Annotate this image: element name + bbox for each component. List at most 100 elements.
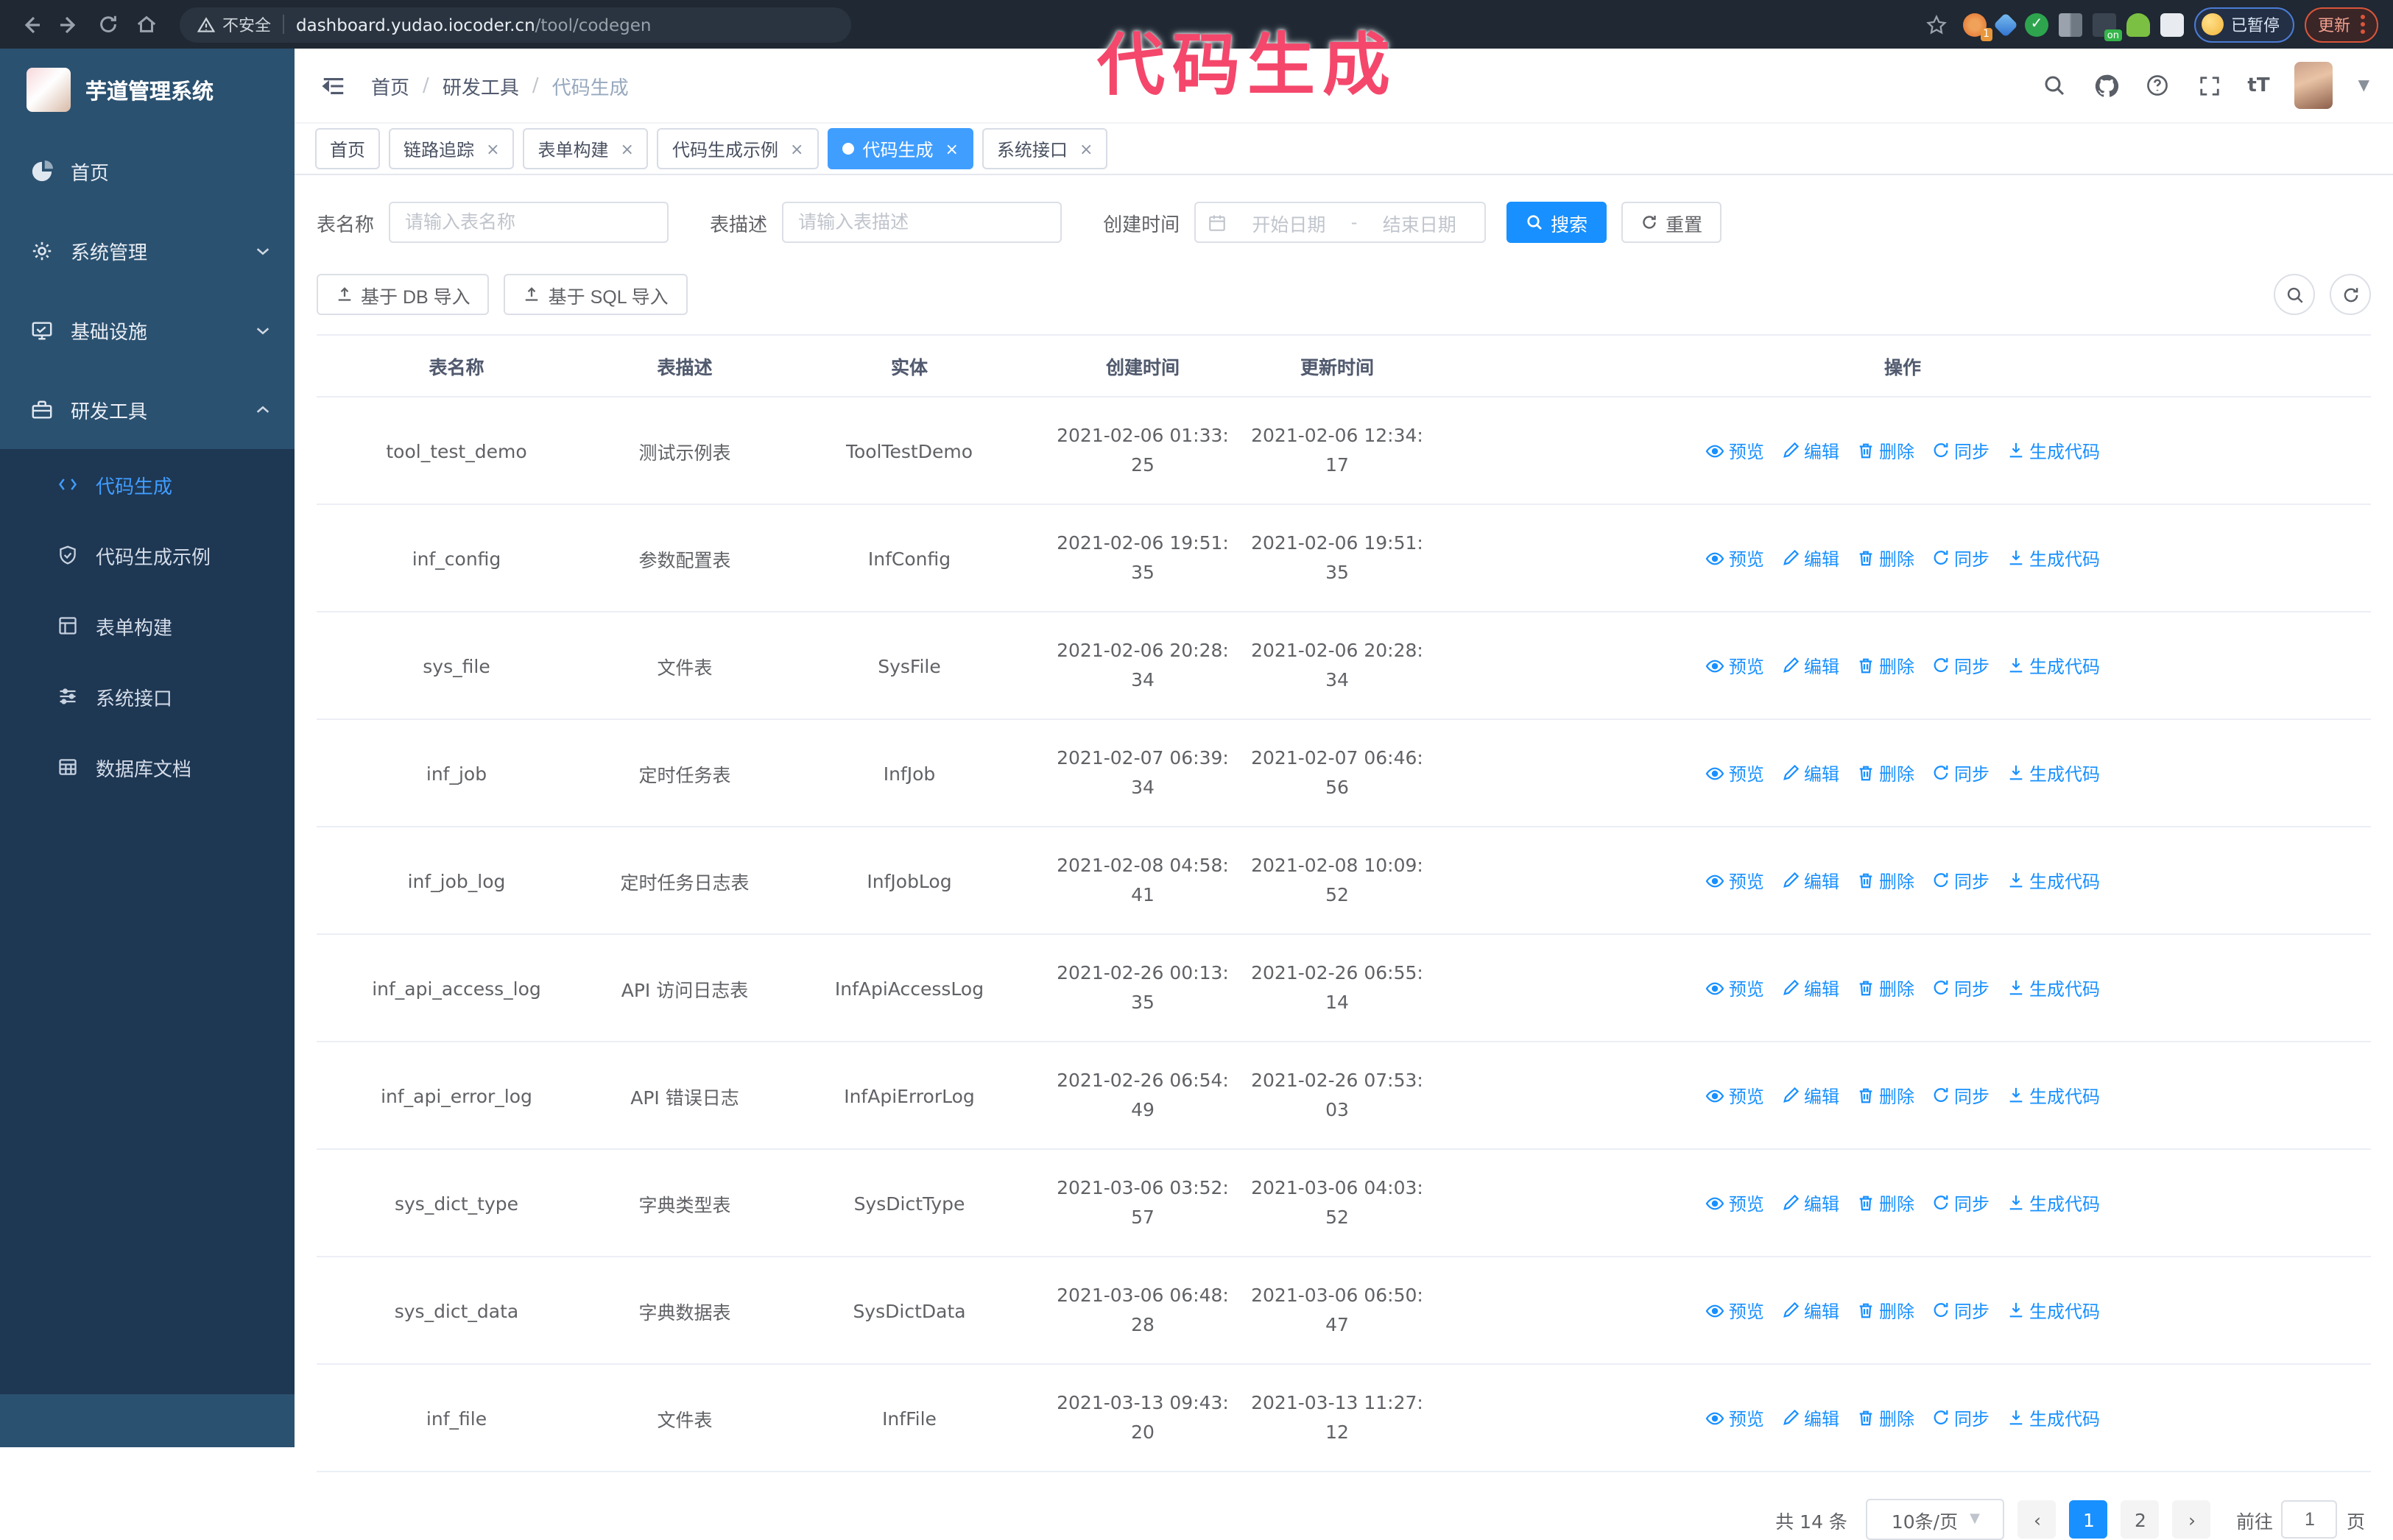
preview-link[interactable]: 预览	[1705, 1298, 1764, 1323]
sidebar-item-form-builder[interactable]: 表单构建	[0, 590, 295, 661]
forward-icon[interactable]	[53, 8, 85, 40]
preview-link[interactable]: 预览	[1705, 1190, 1764, 1215]
generate-code-link[interactable]: 生成代码	[2007, 438, 2100, 463]
search-button[interactable]: 搜索	[1506, 202, 1607, 243]
back-icon[interactable]	[15, 8, 47, 40]
delete-link[interactable]: 删除	[1857, 975, 1914, 1000]
toggle-search-button[interactable]	[2274, 274, 2315, 315]
tab-system-api[interactable]: 系统接口 ×	[981, 128, 1108, 169]
prev-page-button[interactable]: ‹	[2017, 1500, 2057, 1539]
generate-code-link[interactable]: 生成代码	[2007, 975, 2100, 1000]
close-icon[interactable]: ×	[1079, 139, 1093, 158]
tab-form-builder[interactable]: 表单构建 ×	[523, 128, 649, 169]
generate-code-link[interactable]: 生成代码	[2007, 1083, 2100, 1108]
generate-code-link[interactable]: 生成代码	[2007, 1405, 2100, 1430]
tab-home[interactable]: 首页	[315, 128, 381, 169]
delete-link[interactable]: 删除	[1857, 545, 1914, 571]
preview-link[interactable]: 预览	[1705, 438, 1764, 463]
close-icon[interactable]: ×	[621, 139, 634, 158]
extension-dark-icon[interactable]: on	[2093, 13, 2122, 40]
sidebar-item-system-api[interactable]: 系统接口	[0, 661, 295, 732]
sidebar-item-system[interactable]: 系统管理	[0, 211, 295, 290]
edit-link[interactable]: 编辑	[1782, 868, 1839, 893]
tab-codegen-example[interactable]: 代码生成示例 ×	[657, 128, 819, 169]
import-sql-button[interactable]: 基于 SQL 导入	[504, 274, 688, 315]
end-date-placeholder[interactable]: 结束日期	[1366, 208, 1473, 236]
sync-link[interactable]: 同步	[1932, 868, 1990, 893]
sync-link[interactable]: 同步	[1932, 1405, 1990, 1430]
close-icon[interactable]: ×	[945, 139, 958, 158]
fullscreen-icon[interactable]	[2196, 72, 2222, 99]
reset-button[interactable]: 重置	[1621, 202, 1722, 243]
next-page-button[interactable]: ›	[2172, 1500, 2211, 1539]
table-name-input[interactable]	[389, 202, 669, 243]
address-bar[interactable]: 不安全 dashboard.yudao.iocoder.cn/tool/code…	[180, 7, 851, 42]
breadcrumb-devtools[interactable]: 研发工具	[443, 71, 519, 99]
table-desc-input[interactable]	[782, 202, 1062, 243]
sidebar-item-db-docs[interactable]: 数据库文档	[0, 732, 295, 802]
edit-link[interactable]: 编辑	[1782, 438, 1839, 463]
extension-puzzle-icon[interactable]	[2160, 13, 2184, 36]
edit-link[interactable]: 编辑	[1782, 760, 1839, 785]
close-icon[interactable]: ×	[790, 139, 803, 158]
home-icon[interactable]	[130, 8, 162, 40]
tab-codegen[interactable]: 代码生成 ×	[827, 128, 973, 169]
generate-code-link[interactable]: 生成代码	[2007, 1298, 2100, 1323]
extension-columns-icon[interactable]	[2059, 13, 2082, 36]
delete-link[interactable]: 删除	[1857, 1298, 1914, 1323]
search-icon[interactable]	[2041, 72, 2068, 99]
close-icon[interactable]: ×	[486, 139, 499, 158]
page-button-2[interactable]: 2	[2121, 1500, 2160, 1539]
edit-link[interactable]: 编辑	[1782, 1298, 1839, 1323]
avatar-caret-icon[interactable]: ▼	[2358, 77, 2369, 93]
extension-android-icon[interactable]	[2126, 13, 2150, 36]
chrome-menu-icon[interactable]	[2361, 15, 2365, 34]
extension-orange-icon[interactable]: 1	[1963, 13, 1992, 40]
import-db-button[interactable]: 基于 DB 导入	[317, 274, 490, 315]
preview-link[interactable]: 预览	[1705, 653, 1764, 678]
font-size-icon[interactable]: tT	[2247, 74, 2269, 96]
delete-link[interactable]: 删除	[1857, 760, 1914, 785]
browser-update-button[interactable]: 更新	[2305, 7, 2378, 42]
sync-link[interactable]: 同步	[1932, 760, 1990, 785]
bookmark-star-icon[interactable]	[1920, 8, 1953, 40]
generate-code-link[interactable]: 生成代码	[2007, 868, 2100, 893]
delete-link[interactable]: 删除	[1857, 1083, 1914, 1108]
goto-page-input[interactable]	[2281, 1500, 2338, 1539]
extension-gem-icon[interactable]	[1993, 12, 2018, 37]
generate-code-link[interactable]: 生成代码	[2007, 760, 2100, 785]
sync-link[interactable]: 同步	[1932, 545, 1990, 571]
profile-paused-badge[interactable]: 已暂停	[2194, 7, 2294, 42]
edit-link[interactable]: 编辑	[1782, 545, 1839, 571]
start-date-placeholder[interactable]: 开始日期	[1236, 208, 1342, 236]
avatar[interactable]	[2294, 62, 2333, 109]
delete-link[interactable]: 删除	[1857, 868, 1914, 893]
page-button-1[interactable]: 1	[2069, 1500, 2108, 1539]
delete-link[interactable]: 删除	[1857, 1190, 1914, 1215]
edit-link[interactable]: 编辑	[1782, 653, 1839, 678]
preview-link[interactable]: 预览	[1705, 1405, 1764, 1430]
reload-icon[interactable]	[91, 8, 124, 40]
preview-link[interactable]: 预览	[1705, 1083, 1764, 1108]
sync-link[interactable]: 同步	[1932, 1190, 1990, 1215]
sidebar-item-codegen-example[interactable]: 代码生成示例	[0, 520, 295, 590]
sync-link[interactable]: 同步	[1932, 653, 1990, 678]
page-size-select[interactable]: 10条/页 ▼	[1866, 1499, 2005, 1540]
sidebar-item-infra[interactable]: 基础设施	[0, 290, 295, 370]
github-icon[interactable]	[2093, 72, 2119, 99]
preview-link[interactable]: 预览	[1705, 868, 1764, 893]
delete-link[interactable]: 删除	[1857, 438, 1914, 463]
collapse-sidebar-icon[interactable]	[318, 71, 348, 100]
tab-trace[interactable]: 链路追踪 ×	[389, 128, 515, 169]
help-icon[interactable]	[2144, 72, 2171, 99]
sidebar-item-codegen[interactable]: 代码生成	[0, 449, 295, 520]
generate-code-link[interactable]: 生成代码	[2007, 1190, 2100, 1215]
generate-code-link[interactable]: 生成代码	[2007, 653, 2100, 678]
sync-link[interactable]: 同步	[1932, 1298, 1990, 1323]
preview-link[interactable]: 预览	[1705, 760, 1764, 785]
delete-link[interactable]: 删除	[1857, 1405, 1914, 1430]
preview-link[interactable]: 预览	[1705, 975, 1764, 1000]
sidebar-item-devtools[interactable]: 研发工具	[0, 370, 295, 449]
preview-link[interactable]: 预览	[1705, 545, 1764, 571]
sync-link[interactable]: 同步	[1932, 438, 1990, 463]
